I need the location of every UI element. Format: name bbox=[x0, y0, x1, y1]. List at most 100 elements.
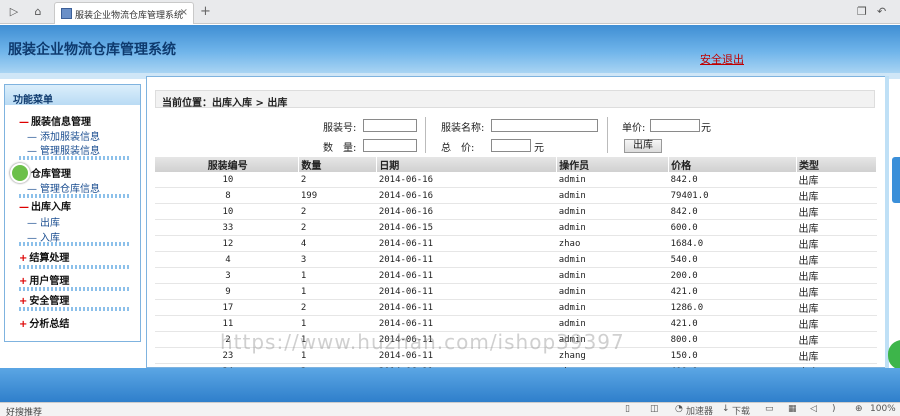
cell-clothing-id: 8 bbox=[155, 187, 299, 204]
divider bbox=[607, 117, 608, 153]
sidebar-group-label: 安全管理 bbox=[29, 296, 70, 307]
zoom-icon[interactable]: ⊕ bbox=[855, 404, 863, 414]
cell-quantity: 1 bbox=[298, 315, 377, 332]
sidebar-group-clothing[interactable]: — 服装信息管理 bbox=[19, 113, 91, 128]
cell-price: 800.0 bbox=[668, 331, 797, 348]
cell-price: 421.0 bbox=[668, 283, 797, 300]
cell-type: 出库 bbox=[796, 187, 877, 204]
outbound-submit-button[interactable]: 出库 bbox=[624, 139, 662, 153]
cell-clothing-id: 4 bbox=[155, 251, 299, 268]
accelerator-label[interactable]: 加速器 bbox=[686, 404, 713, 416]
recommend-text[interactable]: 好搜推荐 bbox=[6, 405, 42, 416]
browser-chrome: ▷ ⌂ 服装企业物流仓库管理系统 × + ❐ ↶ bbox=[0, 0, 900, 24]
divider bbox=[19, 156, 131, 160]
cell-operator: admin bbox=[556, 267, 669, 284]
divider bbox=[19, 287, 131, 291]
forward-icon[interactable]: ▷ bbox=[6, 4, 22, 20]
sidebar-group-users[interactable]: + 用户管理 bbox=[19, 272, 69, 287]
cell-date: 2014-06-11 bbox=[376, 315, 557, 332]
accelerator-icon[interactable]: ◔ bbox=[675, 404, 683, 414]
cell-quantity: 2 bbox=[298, 299, 377, 316]
total-price-input[interactable] bbox=[491, 139, 531, 152]
col-type: 类型 bbox=[796, 157, 877, 172]
download-label[interactable]: 下载 bbox=[732, 404, 750, 416]
divider bbox=[425, 117, 426, 153]
sidebar-item-outbound[interactable]: — 出库 bbox=[27, 214, 60, 229]
sidebar-group-label: 出库入库 bbox=[31, 202, 71, 213]
cell-quantity: 1 bbox=[298, 283, 377, 300]
sidebar-item-add-clothing[interactable]: — 添加服装信息 bbox=[27, 128, 100, 143]
cell-type: 出库 bbox=[796, 235, 877, 252]
cell-quantity: 1 bbox=[298, 331, 377, 348]
sidebar-group-security[interactable]: + 安全管理 bbox=[19, 292, 69, 307]
undo-icon[interactable]: ↶ bbox=[877, 5, 886, 18]
clothing-id-label: 服装号: bbox=[323, 123, 357, 134]
table-row: 23 1 2014-06-11 zhang 150.0 出库 bbox=[155, 347, 877, 364]
sidebar-group-stock-io[interactable]: — 出库入库 bbox=[19, 198, 71, 213]
floating-ball-icon[interactable] bbox=[10, 163, 30, 183]
sidebar-group-settlement[interactable]: + 结算处理 bbox=[19, 249, 69, 264]
window-restore-icon[interactable]: ❐ bbox=[857, 5, 867, 18]
sidebar-group-label: 结算处理 bbox=[29, 253, 70, 264]
cell-type: 出库 bbox=[796, 315, 877, 332]
col-price: 价格 bbox=[668, 157, 798, 172]
sound-wave-icon[interactable]: ) bbox=[832, 404, 836, 414]
cell-type: 出库 bbox=[796, 219, 877, 236]
table-row: 11 1 2014-06-11 admin 421.0 出库 bbox=[155, 315, 877, 332]
cell-date: 2014-06-15 bbox=[376, 219, 557, 236]
expand-icon: + bbox=[19, 296, 28, 307]
cell-operator: admin bbox=[556, 203, 669, 220]
cell-quantity: 2 bbox=[298, 172, 377, 188]
new-tab-icon[interactable]: + bbox=[200, 4, 211, 19]
browser-tab[interactable]: 服装企业物流仓库管理系统 × bbox=[54, 2, 194, 24]
cell-quantity: 2 bbox=[298, 219, 377, 236]
phone-icon[interactable]: ▯ bbox=[625, 404, 630, 414]
logout-link[interactable]: 安全退出 bbox=[700, 51, 744, 67]
cell-price: 540.0 bbox=[668, 251, 797, 268]
floating-assistant-icon[interactable] bbox=[888, 340, 900, 370]
unit-price-input[interactable] bbox=[650, 119, 700, 132]
cell-operator: zhao bbox=[556, 235, 669, 252]
grid-icon[interactable]: ▦ bbox=[788, 404, 797, 414]
unit-price-yuan: 元 bbox=[701, 123, 711, 134]
menu-title: 功能菜单 bbox=[5, 85, 140, 106]
cell-date: 2014-06-11 bbox=[376, 235, 557, 252]
cell-clothing-id: 10 bbox=[155, 172, 299, 188]
sound-icon[interactable]: ◁ bbox=[810, 404, 817, 414]
system-title: 服装企业物流仓库管理系统 bbox=[8, 42, 176, 58]
cell-quantity: 2 bbox=[298, 203, 377, 220]
footer-band bbox=[0, 368, 900, 402]
sidebar-group-analysis[interactable]: + 分析总结 bbox=[19, 315, 69, 330]
cell-date: 2014-06-16 bbox=[376, 172, 557, 188]
screenshot-icon[interactable]: ◫ bbox=[650, 404, 659, 414]
cell-date: 2014-06-11 bbox=[376, 267, 557, 284]
cell-clothing-id: 10 bbox=[155, 203, 299, 220]
cell-type: 出库 bbox=[796, 203, 877, 220]
side-toolbar-icon[interactable] bbox=[892, 157, 900, 203]
breadcrumb: 当前位置：出库入库 > 出库 bbox=[155, 90, 875, 109]
cell-price: 842.0 bbox=[668, 172, 797, 188]
clothing-name-input[interactable] bbox=[491, 119, 598, 132]
total-price-yuan: 元 bbox=[534, 143, 544, 154]
close-tab-icon[interactable]: × bbox=[180, 7, 188, 18]
quantity-input[interactable] bbox=[363, 139, 417, 152]
total-price-label: 总 价: bbox=[441, 143, 475, 154]
zoom-level[interactable]: 100% bbox=[870, 404, 896, 414]
cell-price: 842.0 bbox=[668, 203, 797, 220]
window-icon[interactable]: ▭ bbox=[765, 404, 774, 414]
sidebar-item-manage-warehouse[interactable]: — 管理仓库信息 bbox=[27, 180, 100, 195]
expand-icon: + bbox=[19, 253, 28, 264]
cell-type: 出库 bbox=[796, 251, 877, 268]
sidebar-item-manage-clothing[interactable]: — 管理服装信息 bbox=[27, 142, 100, 157]
clothing-id-input[interactable] bbox=[363, 119, 417, 132]
cell-date: 2014-06-11 bbox=[376, 331, 557, 348]
dash-icon: — bbox=[27, 218, 37, 229]
cell-type: 出库 bbox=[796, 172, 877, 188]
expand-icon: + bbox=[19, 319, 28, 330]
cell-date: 2014-06-11 bbox=[376, 283, 557, 300]
outbound-table: 服装编号 数量 日期 操作员 价格 类型 10 2 2014-06-16 admin 8… bbox=[155, 157, 877, 380]
download-icon[interactable]: ↓ bbox=[722, 404, 730, 414]
app-header: 服装企业物流仓库管理系统 安全退出 bbox=[0, 25, 900, 73]
table-row: 33 2 2014-06-15 admin 600.0 出库 bbox=[155, 219, 877, 236]
home-icon[interactable]: ⌂ bbox=[30, 4, 46, 20]
